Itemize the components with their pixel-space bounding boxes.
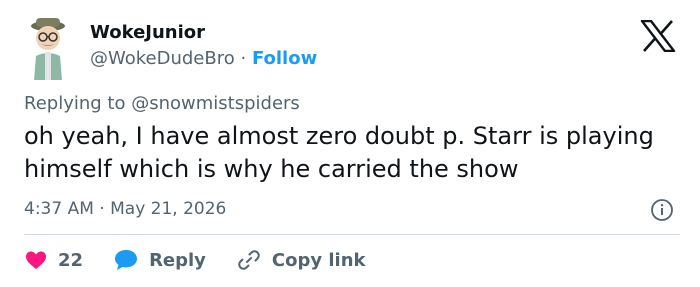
replying-to-prefix: Replying to: [24, 93, 126, 114]
handle[interactable]: @WokeDudeBro: [90, 48, 235, 69]
action-bar: 22 Reply Copy link: [24, 246, 396, 274]
copy-link-button[interactable]: Copy link: [236, 248, 366, 272]
like-count: 22: [58, 249, 84, 271]
like-button[interactable]: 22: [24, 248, 83, 272]
avatar[interactable]: [24, 16, 72, 80]
link-icon: [238, 250, 260, 270]
tweet-text: oh yeah, I have almost zero doubt p. Sta…: [24, 122, 654, 183]
timestamp-separator: ·: [99, 199, 105, 219]
replying-to: Replying to @snowmistspiders: [24, 92, 300, 116]
divider: [24, 234, 680, 235]
tweet-timestamp[interactable]: 4:37 AM · May 21, 2026: [24, 197, 226, 221]
handle-separator: ·: [240, 48, 247, 69]
speech-bubble-icon: [115, 250, 138, 270]
tweet-time: 4:37 AM: [24, 199, 94, 219]
avatar-illustration: [31, 18, 65, 80]
copy-link-label: Copy link: [271, 249, 366, 271]
handle-row: @WokeDudeBro · Follow: [90, 47, 317, 71]
info-icon[interactable]: [650, 198, 674, 222]
heart-icon: [26, 251, 46, 269]
follow-button[interactable]: Follow: [252, 48, 317, 69]
reply-label: Reply: [149, 249, 206, 271]
reply-button[interactable]: Reply: [113, 248, 206, 272]
tweet-date: May 21, 2026: [110, 199, 227, 219]
display-name[interactable]: WokeJunior: [90, 21, 205, 45]
replying-to-mention[interactable]: @snowmistspiders: [131, 93, 300, 114]
x-logo-icon[interactable]: [640, 19, 676, 53]
